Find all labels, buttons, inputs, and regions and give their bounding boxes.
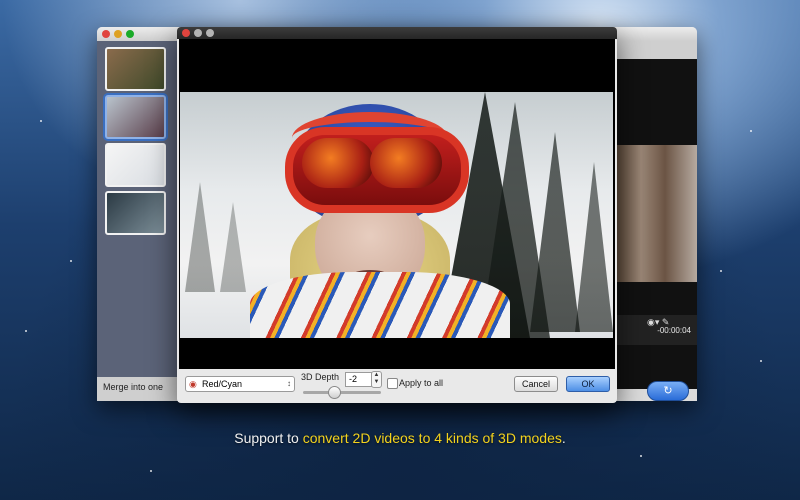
zoom-dialog-button (206, 29, 214, 37)
3d-settings-dialog: ◉ Red/Cyan ↕ 3D Depth -2 ▲ ▼ Apply to all… (177, 27, 617, 403)
close-dialog-button[interactable] (182, 29, 190, 37)
video-thumbnail[interactable] (105, 191, 166, 235)
3d-mode-select[interactable]: ◉ Red/Cyan ↕ (185, 376, 295, 392)
dialog-titlebar (177, 27, 617, 39)
timecode-display: -00:00:04 (657, 326, 691, 335)
video-list-sidebar (97, 41, 179, 401)
minimize-dialog-button (194, 29, 202, 37)
video-thumbnail[interactable] (105, 143, 166, 187)
apply-to-all-checkbox[interactable] (387, 378, 398, 389)
refresh-arrow-icon: ↻ (663, 385, 673, 397)
player-controls: ◉▾ ✎ -00:00:04 (617, 315, 697, 345)
depth-slider-knob[interactable] (327, 386, 341, 399)
depth-stepper[interactable]: ▲ ▼ (371, 371, 382, 388)
zoom-window-button[interactable] (126, 30, 134, 38)
select-arrows-icon: ↕ (287, 379, 291, 388)
depth-input[interactable]: -2 (345, 372, 372, 387)
caption-suffix: . (561, 430, 566, 446)
promo-caption: Support to convert 2D videos to 4 kinds … (0, 430, 800, 446)
depth-label: 3D Depth (301, 372, 340, 382)
close-window-button[interactable] (102, 30, 110, 38)
video-thumbnail-selected[interactable] (105, 95, 166, 139)
preview-image (617, 145, 697, 282)
convert-button[interactable]: ↻ (647, 381, 689, 401)
ok-button[interactable]: OK (566, 376, 610, 392)
cancel-button[interactable]: Cancel (514, 376, 558, 392)
preview-player: ◉▾ ✎ -00:00:04 (617, 59, 697, 389)
depth-slider[interactable] (303, 391, 381, 394)
merge-label: Merge into one (103, 382, 164, 392)
video-thumbnail[interactable] (105, 47, 166, 91)
caption-prefix: Support to (234, 430, 303, 446)
minimize-window-button[interactable] (114, 30, 122, 38)
3d-preview-area (179, 39, 615, 369)
3d-mode-value: Red/Cyan (202, 379, 243, 389)
dialog-controls: ◉ Red/Cyan ↕ 3D Depth -2 ▲ ▼ Apply to all… (177, 369, 617, 403)
caption-highlight: convert 2D videos to 4 kinds of 3D modes (302, 430, 562, 446)
anaglyph-glasses-icon: ◉ (189, 379, 197, 389)
anaglyph-preview-frame (180, 92, 613, 338)
preview-toolbar (617, 41, 697, 59)
merge-bar: Merge into one (97, 377, 179, 401)
apply-to-all-label: Apply to all (399, 378, 444, 388)
